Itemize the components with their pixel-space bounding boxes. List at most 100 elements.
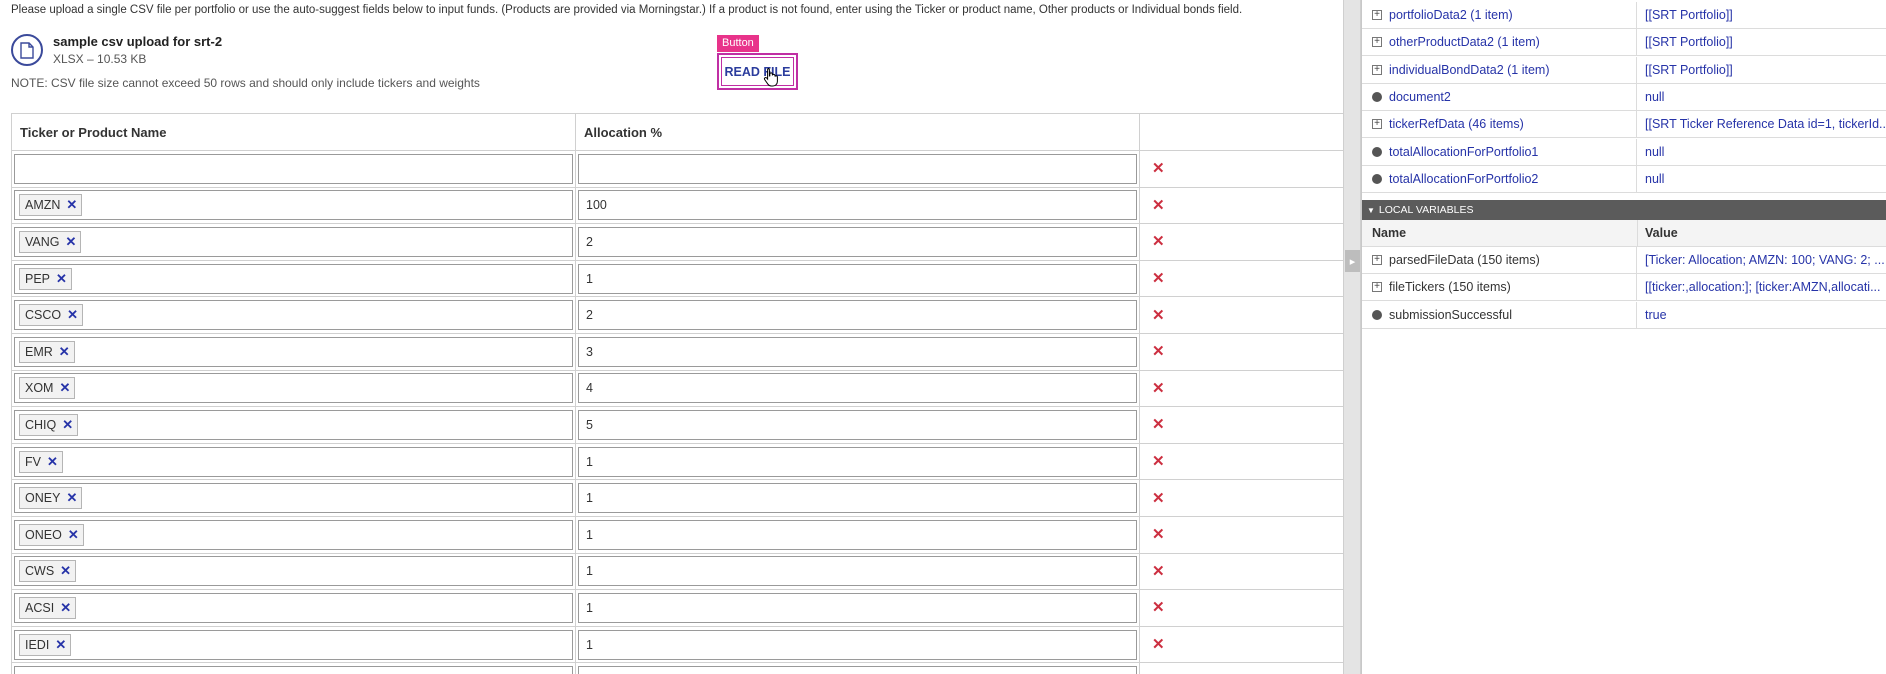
allocation-input[interactable]: 1 bbox=[578, 629, 1137, 660]
delete-row-icon[interactable]: ✕ bbox=[1142, 160, 1165, 177]
delete-row-icon[interactable]: ✕ bbox=[1142, 563, 1165, 580]
allocation-input[interactable] bbox=[578, 666, 1137, 674]
allocation-input[interactable]: 1 bbox=[578, 446, 1137, 477]
read-file-button[interactable]: READ FILE bbox=[717, 53, 798, 90]
actions-cell: ✕ bbox=[1139, 515, 1343, 554]
variable-row[interactable]: document2 null bbox=[1362, 83, 1886, 111]
remove-chip-icon[interactable]: ✕ bbox=[66, 197, 77, 213]
ticker-input[interactable]: AMZN ✕ bbox=[14, 190, 573, 221]
variable-name-text: document2 bbox=[1389, 89, 1451, 104]
delete-row-icon[interactable]: ✕ bbox=[1142, 197, 1165, 214]
expand-plus-icon[interactable]: + bbox=[1372, 255, 1382, 265]
actions-cell: ✕ bbox=[1139, 296, 1343, 334]
ticker-input[interactable]: IEDI ✕ bbox=[14, 629, 573, 660]
remove-chip-icon[interactable]: ✕ bbox=[55, 637, 66, 653]
variable-row[interactable]: + parsedFileData (150 items) [Ticker: Allo… bbox=[1362, 247, 1886, 274]
delete-row-icon[interactable]: ✕ bbox=[1142, 453, 1165, 470]
allocation-input[interactable]: 5 bbox=[578, 409, 1137, 440]
remove-chip-icon[interactable]: ✕ bbox=[67, 307, 78, 323]
delete-row-icon[interactable]: ✕ bbox=[1142, 380, 1165, 397]
allocation-cell bbox=[575, 150, 1140, 188]
delete-row-icon[interactable]: ✕ bbox=[1142, 416, 1165, 433]
ticker-chip: PEP ✕ bbox=[19, 267, 72, 290]
allocation-input[interactable]: 1 bbox=[578, 519, 1137, 550]
ticker-input[interactable]: VANG ✕ bbox=[14, 226, 573, 257]
allocation-input[interactable]: 1 bbox=[578, 483, 1137, 514]
local-variables-section-header[interactable]: ▼ LOCAL VARIABLES bbox=[1362, 200, 1886, 220]
upload-instructions: Please upload a single CSV file per port… bbox=[11, 4, 1243, 16]
ticker-input[interactable]: PEP ✕ bbox=[14, 263, 573, 294]
expand-plus-icon[interactable]: + bbox=[1372, 37, 1382, 48]
actions-cell: ✕ bbox=[1139, 625, 1343, 664]
expand-plus-icon[interactable]: + bbox=[1372, 119, 1382, 130]
remove-chip-icon[interactable]: ✕ bbox=[66, 234, 77, 250]
remove-chip-icon[interactable]: ✕ bbox=[60, 563, 71, 579]
delete-row-icon[interactable]: ✕ bbox=[1142, 343, 1165, 360]
remove-chip-icon[interactable]: ✕ bbox=[60, 600, 71, 616]
variable-value: [Ticker: Allocation; AMZN: 100; VANG: 2;… bbox=[1645, 253, 1885, 267]
variable-name: + parsedFileData (150 items) bbox=[1362, 247, 1637, 273]
delete-row-icon[interactable]: ✕ bbox=[1142, 270, 1165, 287]
table-row: FV ✕ 1 ✕ bbox=[11, 442, 1343, 481]
allocation-input[interactable]: 1 bbox=[578, 263, 1137, 294]
variable-row[interactable]: + portfolioData2 (1 item) [[SRT Portfolio]… bbox=[1362, 2, 1886, 29]
delete-row-icon[interactable]: ✕ bbox=[1142, 526, 1165, 543]
variable-row[interactable]: + tickerRefData (46 items) [[SRT Ticker Re… bbox=[1362, 111, 1886, 139]
ticker-input[interactable] bbox=[14, 666, 573, 674]
ticker-chip-label: ONEO bbox=[25, 527, 62, 542]
delete-row-icon[interactable]: ✕ bbox=[1142, 490, 1165, 507]
variable-row[interactable]: submissionSuccessful true bbox=[1362, 301, 1886, 329]
variable-row[interactable]: + individualBondData2 (1 item) [[SRT Portf… bbox=[1362, 56, 1886, 84]
ticker-cell: FV ✕ bbox=[11, 442, 576, 481]
ticker-input[interactable]: ONEY ✕ bbox=[14, 483, 573, 514]
allocation-input[interactable] bbox=[578, 153, 1137, 184]
expand-plus-icon[interactable]: + bbox=[1372, 64, 1382, 75]
variable-value: [[SRT Portfolio]] bbox=[1645, 62, 1733, 77]
ticker-input[interactable]: EMR ✕ bbox=[14, 336, 573, 367]
variable-name: + individualBondData2 (1 item) bbox=[1362, 56, 1637, 83]
ticker-input[interactable]: FV ✕ bbox=[14, 446, 573, 477]
allocation-input[interactable]: 2 bbox=[578, 226, 1137, 257]
delete-row-icon[interactable]: ✕ bbox=[1142, 599, 1165, 616]
remove-chip-icon[interactable]: ✕ bbox=[59, 344, 70, 360]
variable-row[interactable]: + fileTickers (150 items) [[ticker:,alloca… bbox=[1362, 274, 1886, 302]
expand-plus-icon[interactable]: + bbox=[1372, 282, 1382, 293]
ticker-input[interactable]: ACSI ✕ bbox=[14, 592, 573, 623]
remove-chip-icon[interactable]: ✕ bbox=[62, 417, 73, 433]
actions-cell: ✕ bbox=[1139, 259, 1343, 298]
delete-row-icon[interactable]: ✕ bbox=[1142, 233, 1165, 250]
ticker-input[interactable] bbox=[14, 153, 573, 184]
allocation-input[interactable]: 100 bbox=[578, 190, 1137, 221]
remove-chip-icon[interactable]: ✕ bbox=[47, 454, 58, 470]
splitter-expand-icon[interactable]: ▸ bbox=[1345, 250, 1360, 272]
allocation-input[interactable]: 2 bbox=[578, 300, 1137, 331]
allocation-input[interactable]: 4 bbox=[578, 373, 1137, 404]
variable-row[interactable]: totalAllocationForPortfolio1 null bbox=[1362, 138, 1886, 166]
allocation-cell: 1 bbox=[575, 259, 1140, 298]
pane-splitter[interactable]: ▸ bbox=[1343, 0, 1361, 674]
ticker-input[interactable]: XOM ✕ bbox=[14, 373, 573, 404]
expand-plus-icon[interactable]: + bbox=[1372, 10, 1382, 20]
variable-row[interactable]: + otherProductData2 (1 item) [[SRT Portfol… bbox=[1362, 29, 1886, 57]
ticker-input[interactable]: CSCO ✕ bbox=[14, 300, 573, 331]
ticker-input[interactable]: CHIQ ✕ bbox=[14, 409, 573, 440]
ticker-input[interactable]: CWS ✕ bbox=[14, 556, 573, 587]
bullet-dot-icon bbox=[1372, 146, 1382, 157]
allocation-input[interactable]: 1 bbox=[578, 556, 1137, 587]
ticker-cell: CHIQ ✕ bbox=[11, 406, 576, 444]
variable-name-text: fileTickers (150 items) bbox=[1389, 280, 1511, 295]
ticker-input[interactable]: ONEO ✕ bbox=[14, 519, 573, 550]
allocation-input[interactable]: 3 bbox=[578, 336, 1137, 367]
delete-row-icon[interactable]: ✕ bbox=[1142, 636, 1165, 653]
variable-row[interactable]: totalAllocationForPortfolio2 null bbox=[1362, 165, 1886, 193]
remove-chip-icon[interactable]: ✕ bbox=[59, 380, 70, 396]
remove-chip-icon[interactable]: ✕ bbox=[66, 490, 77, 506]
allocation-input[interactable]: 1 bbox=[578, 592, 1137, 623]
delete-row-icon[interactable]: ✕ bbox=[1142, 307, 1165, 324]
ticker-cell: VANG ✕ bbox=[11, 223, 576, 261]
variable-name-text: portfolioData2 (1 item) bbox=[1389, 8, 1513, 22]
table-row: ✕ bbox=[11, 150, 1343, 188]
remove-chip-icon[interactable]: ✕ bbox=[56, 271, 67, 287]
remove-chip-icon[interactable]: ✕ bbox=[68, 527, 79, 543]
variable-name: + otherProductData2 (1 item) bbox=[1362, 29, 1637, 56]
